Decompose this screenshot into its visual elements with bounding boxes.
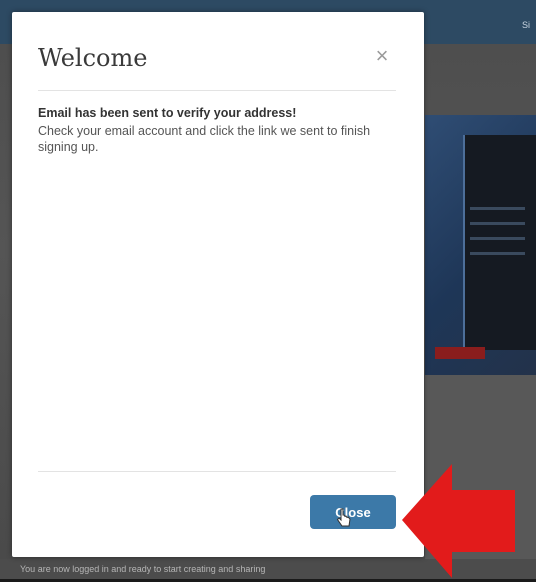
verification-message-heading: Email has been sent to verify your addre…: [38, 106, 297, 120]
close-icon[interactable]: ×: [372, 45, 392, 67]
verification-message-body: Check your email account and click the l…: [38, 124, 371, 154]
modal-footer-divider: [38, 471, 396, 472]
modal-header-divider: [38, 90, 396, 91]
hand-cursor-icon: [336, 508, 351, 527]
welcome-modal: Welcome × Email has been sent to verify …: [12, 12, 424, 557]
annotation-arrow-icon: [402, 464, 515, 578]
background-footer-text: You are now logged in and ready to start…: [20, 564, 266, 574]
modal-title: Welcome: [38, 44, 148, 72]
close-button[interactable]: Close: [310, 495, 396, 529]
background-red-bar: [435, 347, 485, 359]
background-screen-lines: [470, 195, 525, 267]
background-header-text: Si: [521, 20, 530, 30]
background-image: [425, 115, 536, 375]
